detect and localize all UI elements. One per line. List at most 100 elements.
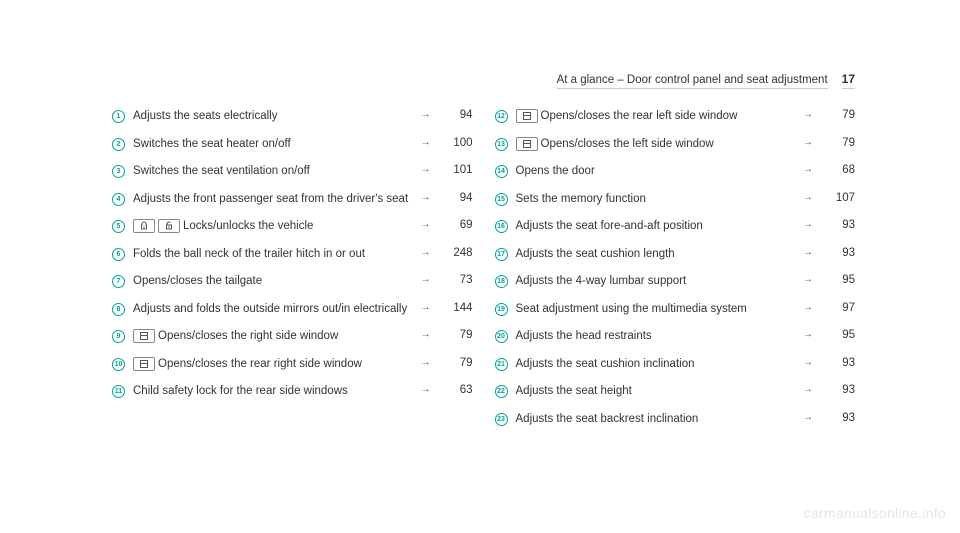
content-area: 1Adjusts the seats electrically→942Switc…: [112, 103, 855, 433]
item-marker: 14: [495, 165, 508, 178]
item-text: Adjusts the front passenger seat from th…: [133, 193, 408, 205]
item-text: Opens/closes the left side window: [541, 138, 714, 150]
page-reference: 93: [823, 247, 855, 259]
page-reference: 69: [441, 219, 473, 231]
item-marker: 21: [495, 358, 508, 371]
item-description: Adjusts the seat cushion inclination: [516, 357, 794, 373]
list-item: 4 Adjusts the front passenger seat from t…: [112, 186, 473, 214]
item-description: Opens the door: [516, 164, 794, 180]
list-item: 22Adjusts the seat height→93: [495, 378, 856, 406]
arrow-icon: →: [801, 219, 815, 230]
page-reference: 79: [441, 357, 473, 369]
page-reference: 63: [441, 384, 473, 396]
watermark: carmanualsonline.info: [804, 505, 947, 521]
arrow-icon: →: [801, 192, 815, 203]
item-description: Opens/closes the tailgate: [133, 274, 411, 290]
arrow-icon: →: [419, 219, 433, 230]
page-reference: 93: [823, 357, 855, 369]
list-item: 11Child safety lock for the rear side wi…: [112, 378, 473, 406]
item-text: Adjusts and folds the outside mirrors ou…: [133, 303, 407, 315]
item-text: Opens/closes the right side window: [158, 330, 338, 342]
page-reference: 94: [441, 109, 473, 121]
list-item: 14Opens the door→68: [495, 158, 856, 186]
arrow-icon: →: [419, 137, 433, 148]
list-item: 9Opens/closes the right side window→79: [112, 323, 473, 351]
item-text: Switches the seat heater on/off: [133, 138, 291, 150]
item-description: Adjusts the seat backrest inclination: [516, 412, 794, 428]
page-reference: 94: [441, 192, 473, 204]
arrow-icon: →: [801, 274, 815, 285]
item-marker: 3: [112, 165, 125, 178]
page-reference: 97: [823, 302, 855, 314]
page-reference: 100: [441, 137, 473, 149]
item-marker: 17: [495, 248, 508, 261]
item-marker: 12: [495, 110, 508, 123]
item-description: Adjusts the head restraints: [516, 329, 794, 345]
item-description: Adjusts the seat cushion length: [516, 247, 794, 263]
list-item: 13Opens/closes the left side window→79: [495, 131, 856, 159]
item-text: Adjusts the seat height: [516, 385, 632, 397]
window-icon: [133, 329, 155, 343]
page-header: At a glance – Door control panel and sea…: [557, 72, 855, 89]
item-text: Sets the memory function: [516, 193, 646, 205]
item-text: Adjusts the seats electrically: [133, 110, 277, 122]
arrow-icon: →: [801, 357, 815, 368]
item-marker: 16: [495, 220, 508, 233]
item-description: Opens/closes the left side window: [516, 137, 794, 153]
item-description: Adjusts the seat fore-and-aft position: [516, 219, 794, 235]
item-description: Adjusts the seat height: [516, 384, 794, 400]
item-text: Switches the seat ventilation on/off: [133, 165, 310, 177]
item-text: Adjusts the seat backrest inclination: [516, 413, 699, 425]
item-description: Adjusts the front passenger seat from th…: [133, 192, 411, 208]
item-marker: 7: [112, 275, 125, 288]
list-item: 12 Opens/closes the rear left side window…: [495, 103, 856, 131]
arrow-icon: →: [419, 109, 433, 120]
page-reference: 79: [441, 329, 473, 341]
arrow-icon: →: [801, 302, 815, 313]
item-text: Adjusts the seat fore-and-aft position: [516, 220, 703, 232]
header-title: At a glance – Door control panel and sea…: [557, 74, 828, 89]
item-text: Adjusts the seat cushion inclination: [516, 358, 695, 370]
item-description: Adjusts and folds the outside mirrors ou…: [133, 302, 411, 318]
item-description: Switches the seat heater on/off: [133, 137, 411, 153]
arrow-icon: →: [419, 274, 433, 285]
arrow-icon: →: [419, 357, 433, 368]
item-description: Folds the ball neck of the trailer hitch…: [133, 247, 411, 263]
list-item: 23Adjusts the seat backrest inclination→…: [495, 406, 856, 434]
list-item: 16 Adjusts the seat fore-and-aft position…: [495, 213, 856, 241]
item-marker: 22: [495, 385, 508, 398]
item-text: Locks/unlocks the vehicle: [183, 220, 313, 232]
page-reference: 79: [823, 109, 855, 121]
item-marker: 13: [495, 138, 508, 151]
item-text: Seat adjustment using the multimedia sys…: [516, 303, 747, 315]
list-item: 5Locks/unlocks the vehicle→69: [112, 213, 473, 241]
item-description: Switches the seat ventilation on/off: [133, 164, 411, 180]
item-description: Child safety lock for the rear side wind…: [133, 384, 411, 400]
page-reference: 73: [441, 274, 473, 286]
item-marker: 4: [112, 193, 125, 206]
item-text: Opens/closes the rear left side window: [541, 110, 738, 122]
item-description: Sets the memory function: [516, 192, 794, 208]
item-text: Opens the door: [516, 165, 595, 177]
item-description: Opens/closes the rear right side window: [133, 357, 411, 373]
page-reference: 93: [823, 219, 855, 231]
list-item: 1Adjusts the seats electrically→94: [112, 103, 473, 131]
unlock-icon: [158, 219, 180, 233]
page-reference: 79: [823, 137, 855, 149]
arrow-icon: →: [801, 384, 815, 395]
arrow-icon: →: [801, 109, 815, 120]
arrow-icon: →: [419, 192, 433, 203]
item-text: Adjusts the head restraints: [516, 330, 652, 342]
item-text: Adjusts the 4-way lumbar support: [516, 275, 687, 287]
list-item: 17Adjusts the seat cushion length→93: [495, 241, 856, 269]
item-text: Adjusts the seat cushion length: [516, 248, 675, 260]
arrow-icon: →: [419, 302, 433, 313]
item-description: Adjusts the 4-way lumbar support: [516, 274, 794, 290]
page-reference: 248: [441, 247, 473, 259]
window-icon: [516, 137, 538, 151]
item-text: Opens/closes the tailgate: [133, 275, 262, 287]
item-text: Opens/closes the rear right side window: [158, 358, 362, 370]
item-marker: 8: [112, 303, 125, 316]
list-item: 15Sets the memory function→107: [495, 186, 856, 214]
item-marker: 18: [495, 275, 508, 288]
